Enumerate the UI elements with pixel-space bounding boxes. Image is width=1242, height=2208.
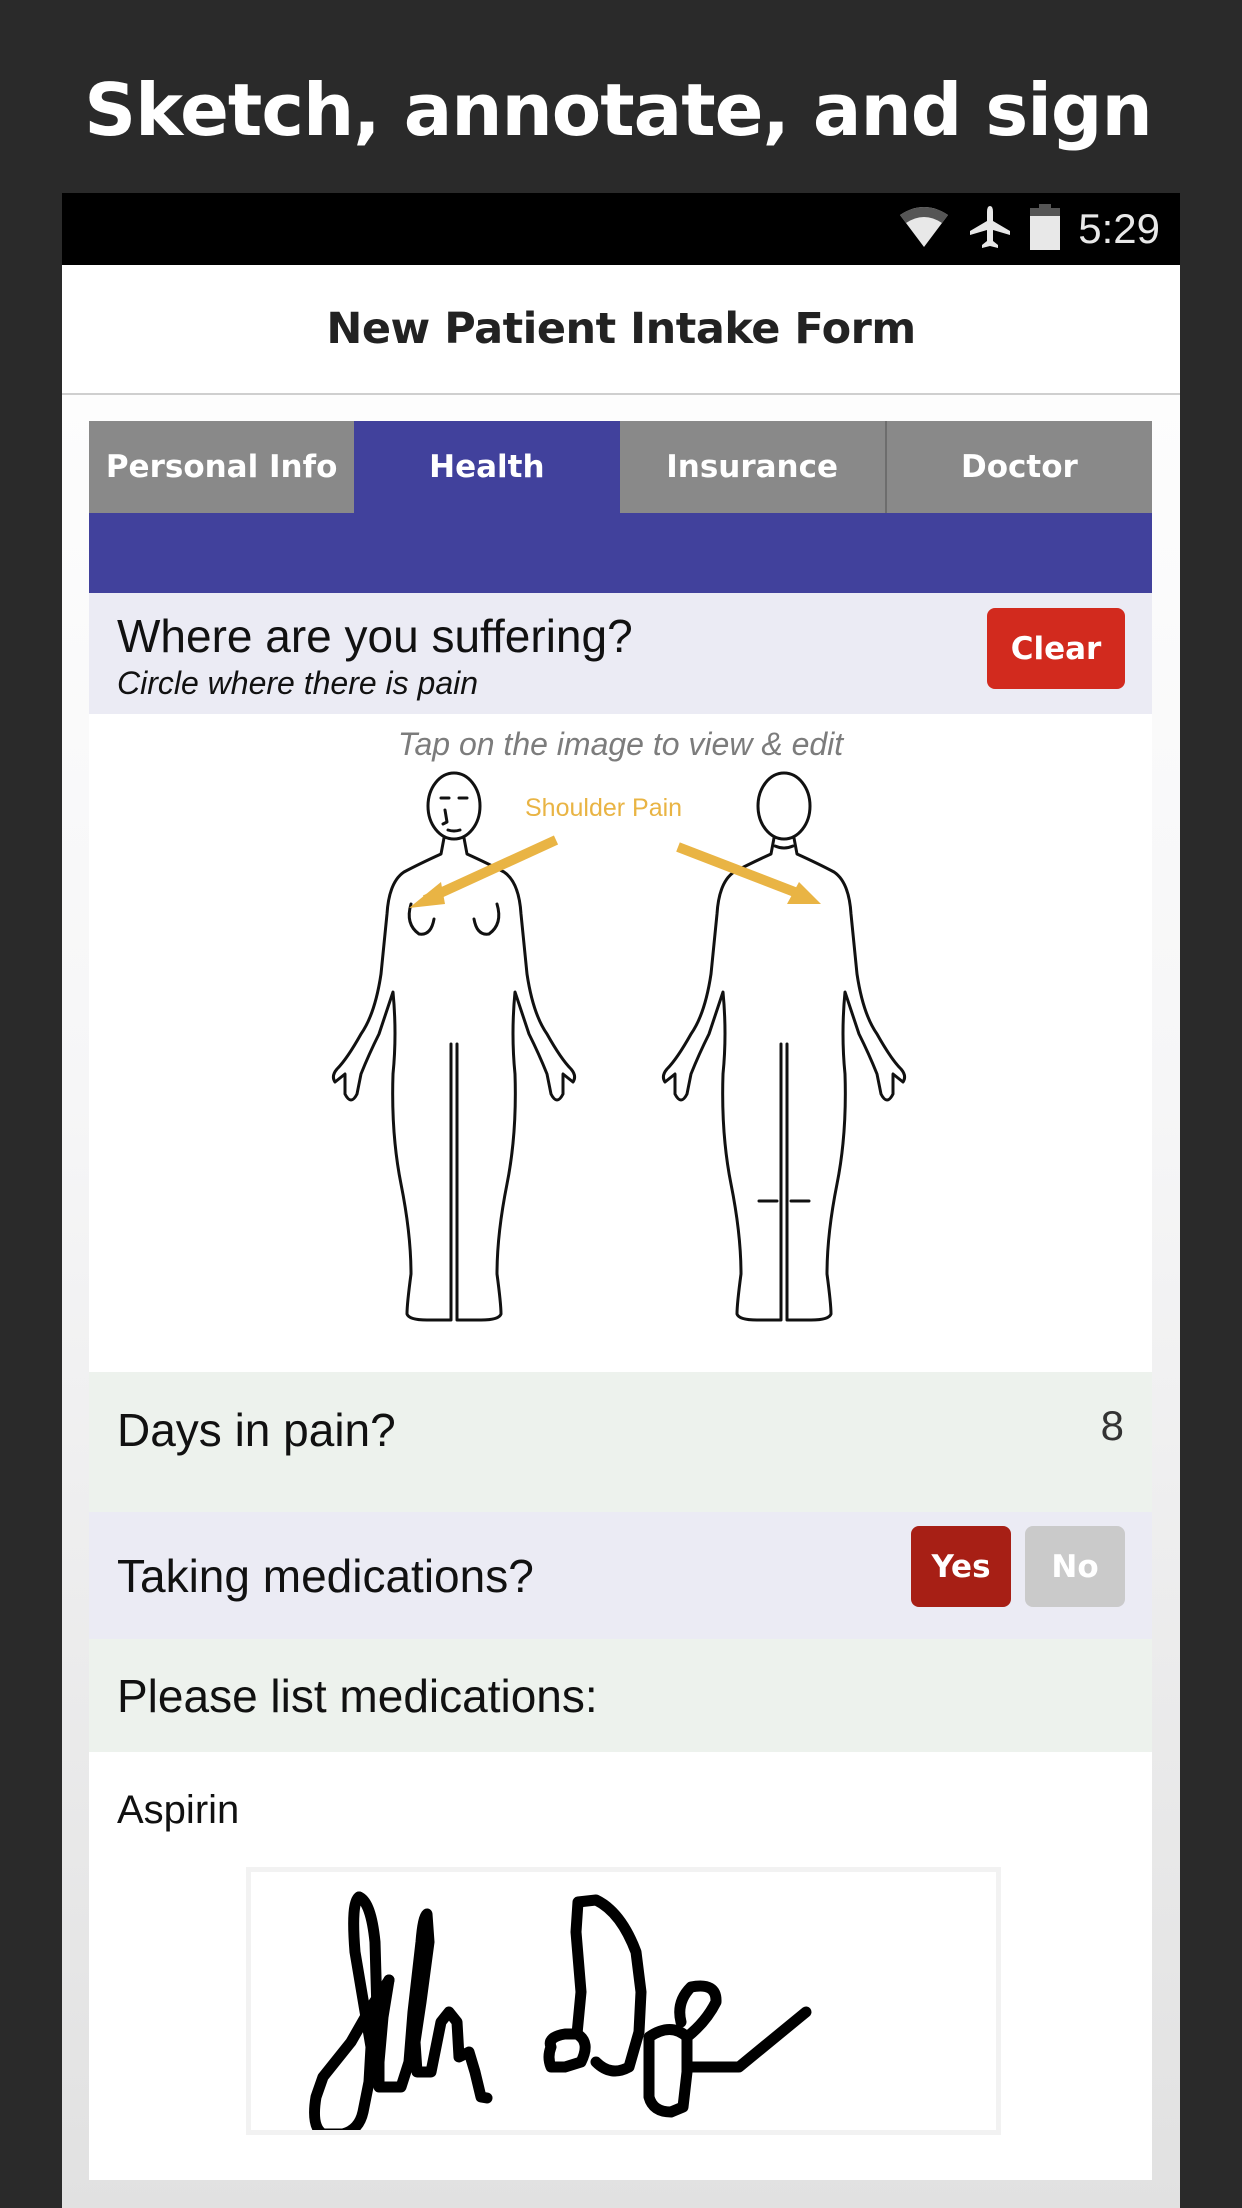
tab-insurance[interactable]: Insurance: [619, 421, 885, 513]
nav-bar: New Patient Intake Form: [62, 265, 1180, 395]
medications-area: Aspirin: [89, 1752, 1152, 2180]
wifi-icon: [898, 205, 950, 254]
page-title: New Patient Intake Form: [326, 304, 916, 354]
battery-icon: [1030, 203, 1061, 255]
front-shoulder-arrow: [422, 835, 559, 905]
phone-screen: 5:29 New Patient Intake Form Personal In…: [62, 193, 1180, 2208]
status-bar: 5:29: [62, 193, 1180, 265]
pain-instruction: Circle where there is pain: [117, 665, 479, 701]
list-medications-row: Please list medications:: [89, 1639, 1152, 1752]
form-card: Personal Info Health Insurance Doctor Wh…: [89, 421, 1152, 2180]
tab-doctor[interactable]: Doctor: [884, 421, 1152, 513]
tab-personal-info[interactable]: Personal Info: [89, 421, 355, 513]
airplane-mode-icon: [968, 204, 1012, 255]
taking-medications-label: Taking medications?: [117, 1549, 534, 1602]
list-medications-label: Please list medications:: [117, 1669, 598, 1722]
no-button[interactable]: No: [1025, 1526, 1125, 1607]
taking-medications-row: Taking medications? Yes No: [89, 1512, 1152, 1639]
status-time: 5:29: [1078, 205, 1160, 252]
shoulder-pain-annotation: Shoulder Pain: [525, 794, 683, 822]
tab-content-band: [89, 513, 1152, 593]
days-in-pain-value[interactable]: 8: [1101, 1402, 1124, 1450]
medications-toggle: Yes No: [911, 1526, 1125, 1607]
shoulder-pain-arrows: [409, 835, 821, 908]
pain-question: Where are you suffering?: [117, 610, 633, 662]
medications-input[interactable]: Aspirin: [117, 1788, 239, 1833]
body-diagram[interactable]: Tap on the image to view & edit Shoulder…: [89, 714, 1152, 1372]
yes-button[interactable]: Yes: [911, 1526, 1011, 1607]
back-shoulder-arrow: [676, 842, 807, 901]
tab-health[interactable]: Health: [354, 421, 620, 513]
signature-pad[interactable]: [246, 1867, 1001, 2135]
front-body-figure: [331, 771, 577, 1322]
days-in-pain-label: Days in pain?: [117, 1404, 396, 1456]
pain-section-header: Where are you suffering? Circle where th…: [89, 593, 1152, 714]
clear-button[interactable]: Clear: [987, 608, 1125, 689]
tab-bar: Personal Info Health Insurance Doctor: [89, 421, 1152, 513]
days-in-pain-row[interactable]: Days in pain? 8: [89, 1372, 1152, 1512]
signature-drawing: [309, 1891, 812, 2130]
promo-headline: Sketch, annotate, and sign: [84, 68, 1152, 152]
